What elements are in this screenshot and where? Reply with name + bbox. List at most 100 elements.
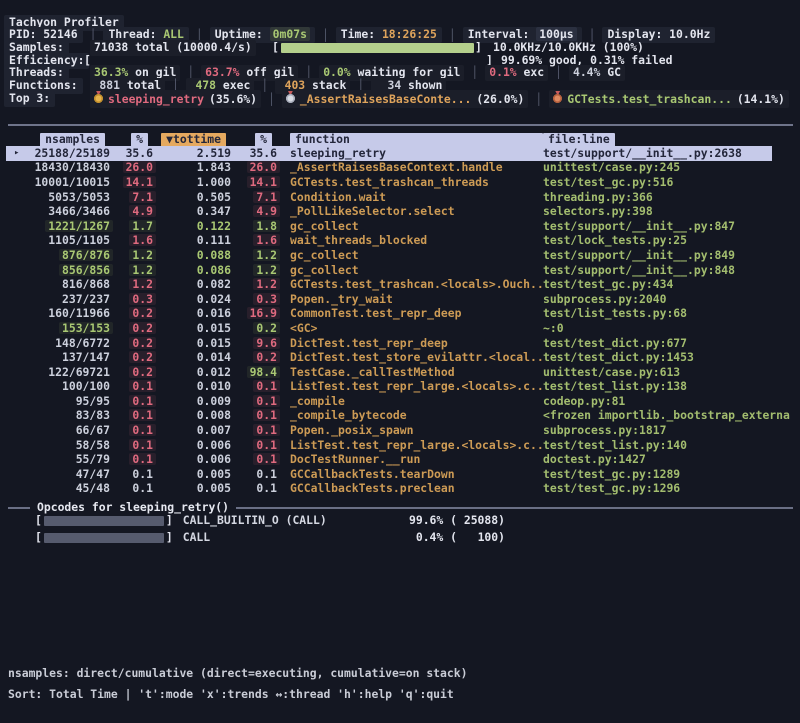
tottime-cell: 0.111 bbox=[156, 234, 234, 247]
tachyon-profiler-screen: Tachyon Profiler PID: 52146 │ Thread: AL… bbox=[0, 0, 800, 723]
tottime-cell: 0.008 bbox=[156, 409, 234, 422]
table-row[interactable]: 83/830.10.0080.1_compile_bytecode<frozen… bbox=[0, 409, 800, 424]
table-row[interactable]: 153/1530.20.0150.2<GC>~:0 bbox=[0, 321, 800, 336]
nsamples-cell: 10001/10015 bbox=[0, 176, 113, 189]
direct-percent-cell: 0.1 bbox=[113, 395, 156, 408]
file-line-cell: test/test_list.py:138 bbox=[543, 380, 800, 393]
samples-total: 71038 total (10000.4/s) bbox=[90, 41, 256, 54]
table-row[interactable]: 95/950.10.0090.1_compilecodeop.py:81 bbox=[0, 394, 800, 409]
column-header-tottime-sorted[interactable]: ▼tottime bbox=[156, 133, 234, 147]
tottime-cell: 2.519 bbox=[156, 147, 234, 160]
nsamples-cell: 148/6772 bbox=[0, 337, 113, 350]
table-row[interactable]: 122/697210.20.01298.4TestCase._callTestM… bbox=[0, 365, 800, 380]
nsamples-cell: 58/58 bbox=[0, 439, 113, 452]
table-row[interactable]: 1221/12671.70.1221.8gc_collecttest/suppo… bbox=[0, 219, 800, 234]
table-row[interactable]: 58/580.10.0060.1ListTest.test_repr_large… bbox=[0, 438, 800, 453]
function-cell: gc_collect bbox=[290, 220, 543, 233]
function-cell: CommonTest.test_repr_deep bbox=[290, 307, 543, 320]
table-row[interactable]: 5053/50537.10.5057.1Condition.waitthread… bbox=[0, 190, 800, 205]
table-row[interactable]: 66/670.10.0070.1Popen._posix_spawnsubpro… bbox=[0, 423, 800, 438]
tottime-cell: 0.086 bbox=[156, 264, 234, 277]
table-row[interactable]: 137/1470.20.0140.2DictTest.test_store_ev… bbox=[0, 350, 800, 365]
bracket-close: ] bbox=[475, 41, 482, 54]
nsamples-cell: 66/67 bbox=[0, 424, 113, 437]
table-row[interactable]: 55/790.10.0060.1DocTestRunner.__rundocte… bbox=[0, 452, 800, 467]
table-top-rule bbox=[8, 124, 793, 126]
selected-row-arrow-icon: ▸ bbox=[14, 147, 19, 160]
column-header-cumulative-pct[interactable]: % bbox=[234, 133, 280, 147]
table-row[interactable]: 160/119660.20.01616.9CommonTest.test_rep… bbox=[0, 307, 800, 322]
column-header-direct-pct[interactable]: % bbox=[113, 133, 156, 147]
cumulative-percent-cell: 1.8 bbox=[234, 220, 280, 233]
column-header-function[interactable]: function bbox=[290, 133, 543, 147]
top3-item: sleeping_retry (35.6%) bbox=[90, 90, 261, 108]
opcode-name: CALL bbox=[183, 531, 416, 544]
direct-percent-cell: 0.1 bbox=[113, 424, 156, 437]
direct-percent-cell: 0.1 bbox=[113, 439, 156, 452]
top3-percent: (35.6%) bbox=[209, 92, 257, 106]
bronze-medal-icon bbox=[553, 91, 562, 103]
function-cell: Condition.wait bbox=[290, 191, 543, 204]
nsamples-cell: 45/48 bbox=[0, 482, 113, 495]
function-cell: ListTest.test_repr_large.<locals>.c... bbox=[290, 439, 543, 452]
file-line-cell: test/test_dict.py:1453 bbox=[543, 351, 800, 364]
file-line-cell: test/list_tests.py:68 bbox=[543, 307, 800, 320]
nsamples-cell: 5053/5053 bbox=[0, 191, 113, 204]
file-line-cell: unittest/case.py:613 bbox=[543, 366, 800, 379]
table-row[interactable]: 100/1000.10.0100.1ListTest.test_repr_lar… bbox=[0, 380, 800, 395]
file-line-cell: threading.py:366 bbox=[543, 191, 800, 204]
display-rate-value: 10.0Hz bbox=[669, 27, 710, 41]
bracket-open: [ bbox=[35, 531, 42, 544]
table-row[interactable]: 237/2370.30.0240.3Popen._try_waitsubproc… bbox=[0, 292, 800, 307]
nsamples-cell: 1105/1105 bbox=[0, 234, 113, 247]
direct-percent-cell: 0.1 bbox=[113, 468, 156, 481]
file-line-cell: unittest/case.py:245 bbox=[543, 161, 800, 174]
file-line-cell: codeop.py:81 bbox=[543, 395, 800, 408]
tottime-cell: 0.015 bbox=[156, 322, 234, 335]
function-cell: sleeping_retry bbox=[290, 147, 543, 160]
table-row[interactable]: 876/8761.20.0881.2gc_collecttest/support… bbox=[0, 248, 800, 263]
separator: │ bbox=[268, 92, 275, 106]
thread-stat-value: 4.4% bbox=[573, 65, 600, 79]
top3-percent: (14.1%) bbox=[737, 92, 785, 106]
column-header-file-line[interactable]: file:line bbox=[543, 133, 800, 147]
file-line-cell: selectors.py:398 bbox=[543, 205, 800, 218]
column-header-nsamples[interactable]: nsamples bbox=[0, 133, 113, 147]
file-line-cell: test/test_gc.py:516 bbox=[543, 176, 800, 189]
tottime-cell: 0.006 bbox=[156, 453, 234, 466]
table-row[interactable]: 45/480.10.0050.1GCCallbackTests.preclean… bbox=[0, 482, 800, 497]
cumulative-percent-cell: 0.1 bbox=[234, 468, 280, 481]
tottime-cell: 0.006 bbox=[156, 439, 234, 452]
file-line-cell: test/lock_tests.py:25 bbox=[543, 234, 800, 247]
table-row[interactable]: 1105/11051.60.1111.6wait_threads_blocked… bbox=[0, 234, 800, 249]
table-row[interactable]: 3466/34664.90.3474.9_PollLikeSelector.se… bbox=[0, 204, 800, 219]
table-row[interactable]: 148/67720.20.0159.6DictTest.test_repr_de… bbox=[0, 336, 800, 351]
table-row[interactable]: 18430/1843026.01.84326.0_AssertRaisesBas… bbox=[0, 161, 800, 176]
top3-item: _AssertRaisesBaseConte...(26.0%) bbox=[282, 90, 528, 108]
cumulative-percent-cell: 0.1 bbox=[234, 482, 280, 495]
table-row[interactable]: 10001/1001514.11.00014.1GCTests.test_tra… bbox=[0, 175, 800, 190]
table-row[interactable]: ▸25188/2518935.62.51935.6sleeping_retryt… bbox=[0, 146, 800, 161]
direct-percent-cell: 0.1 bbox=[113, 380, 156, 393]
tottime-cell: 0.024 bbox=[156, 293, 234, 306]
function-cell: GCCallbackTests.preclean bbox=[290, 482, 543, 495]
thread-stat-value: 0.1% bbox=[489, 65, 516, 79]
separator: │ bbox=[449, 29, 456, 42]
table-row[interactable]: 47/470.10.0050.1GCCallbackTests.tearDown… bbox=[0, 467, 800, 482]
table-row[interactable]: 856/8561.20.0861.2gc_collecttest/support… bbox=[0, 263, 800, 278]
top3-function-name: sleeping_retry bbox=[108, 92, 204, 106]
table-row[interactable]: 816/8681.20.0821.2GCTests.test_trashcan.… bbox=[0, 277, 800, 292]
direct-percent-cell: 35.6 bbox=[113, 147, 156, 160]
file-line-cell: subprocess.py:1817 bbox=[543, 424, 800, 437]
rule-segment bbox=[8, 507, 30, 509]
time-value: 18:26:25 bbox=[382, 27, 437, 41]
direct-percent-cell: 0.1 bbox=[113, 482, 156, 495]
function-cell: GCTests.test_trashcan_threads bbox=[290, 176, 543, 189]
cumulative-percent-cell: 7.1 bbox=[234, 191, 280, 204]
cumulative-percent-cell: 1.2 bbox=[234, 264, 280, 277]
cumulative-percent-cell: 0.2 bbox=[234, 351, 280, 364]
opcode-share-bar bbox=[44, 516, 164, 526]
nsamples-cell: 876/876 bbox=[0, 249, 113, 262]
file-line-cell: test/test_gc.py:1289 bbox=[543, 468, 800, 481]
tottime-cell: 0.009 bbox=[156, 395, 234, 408]
